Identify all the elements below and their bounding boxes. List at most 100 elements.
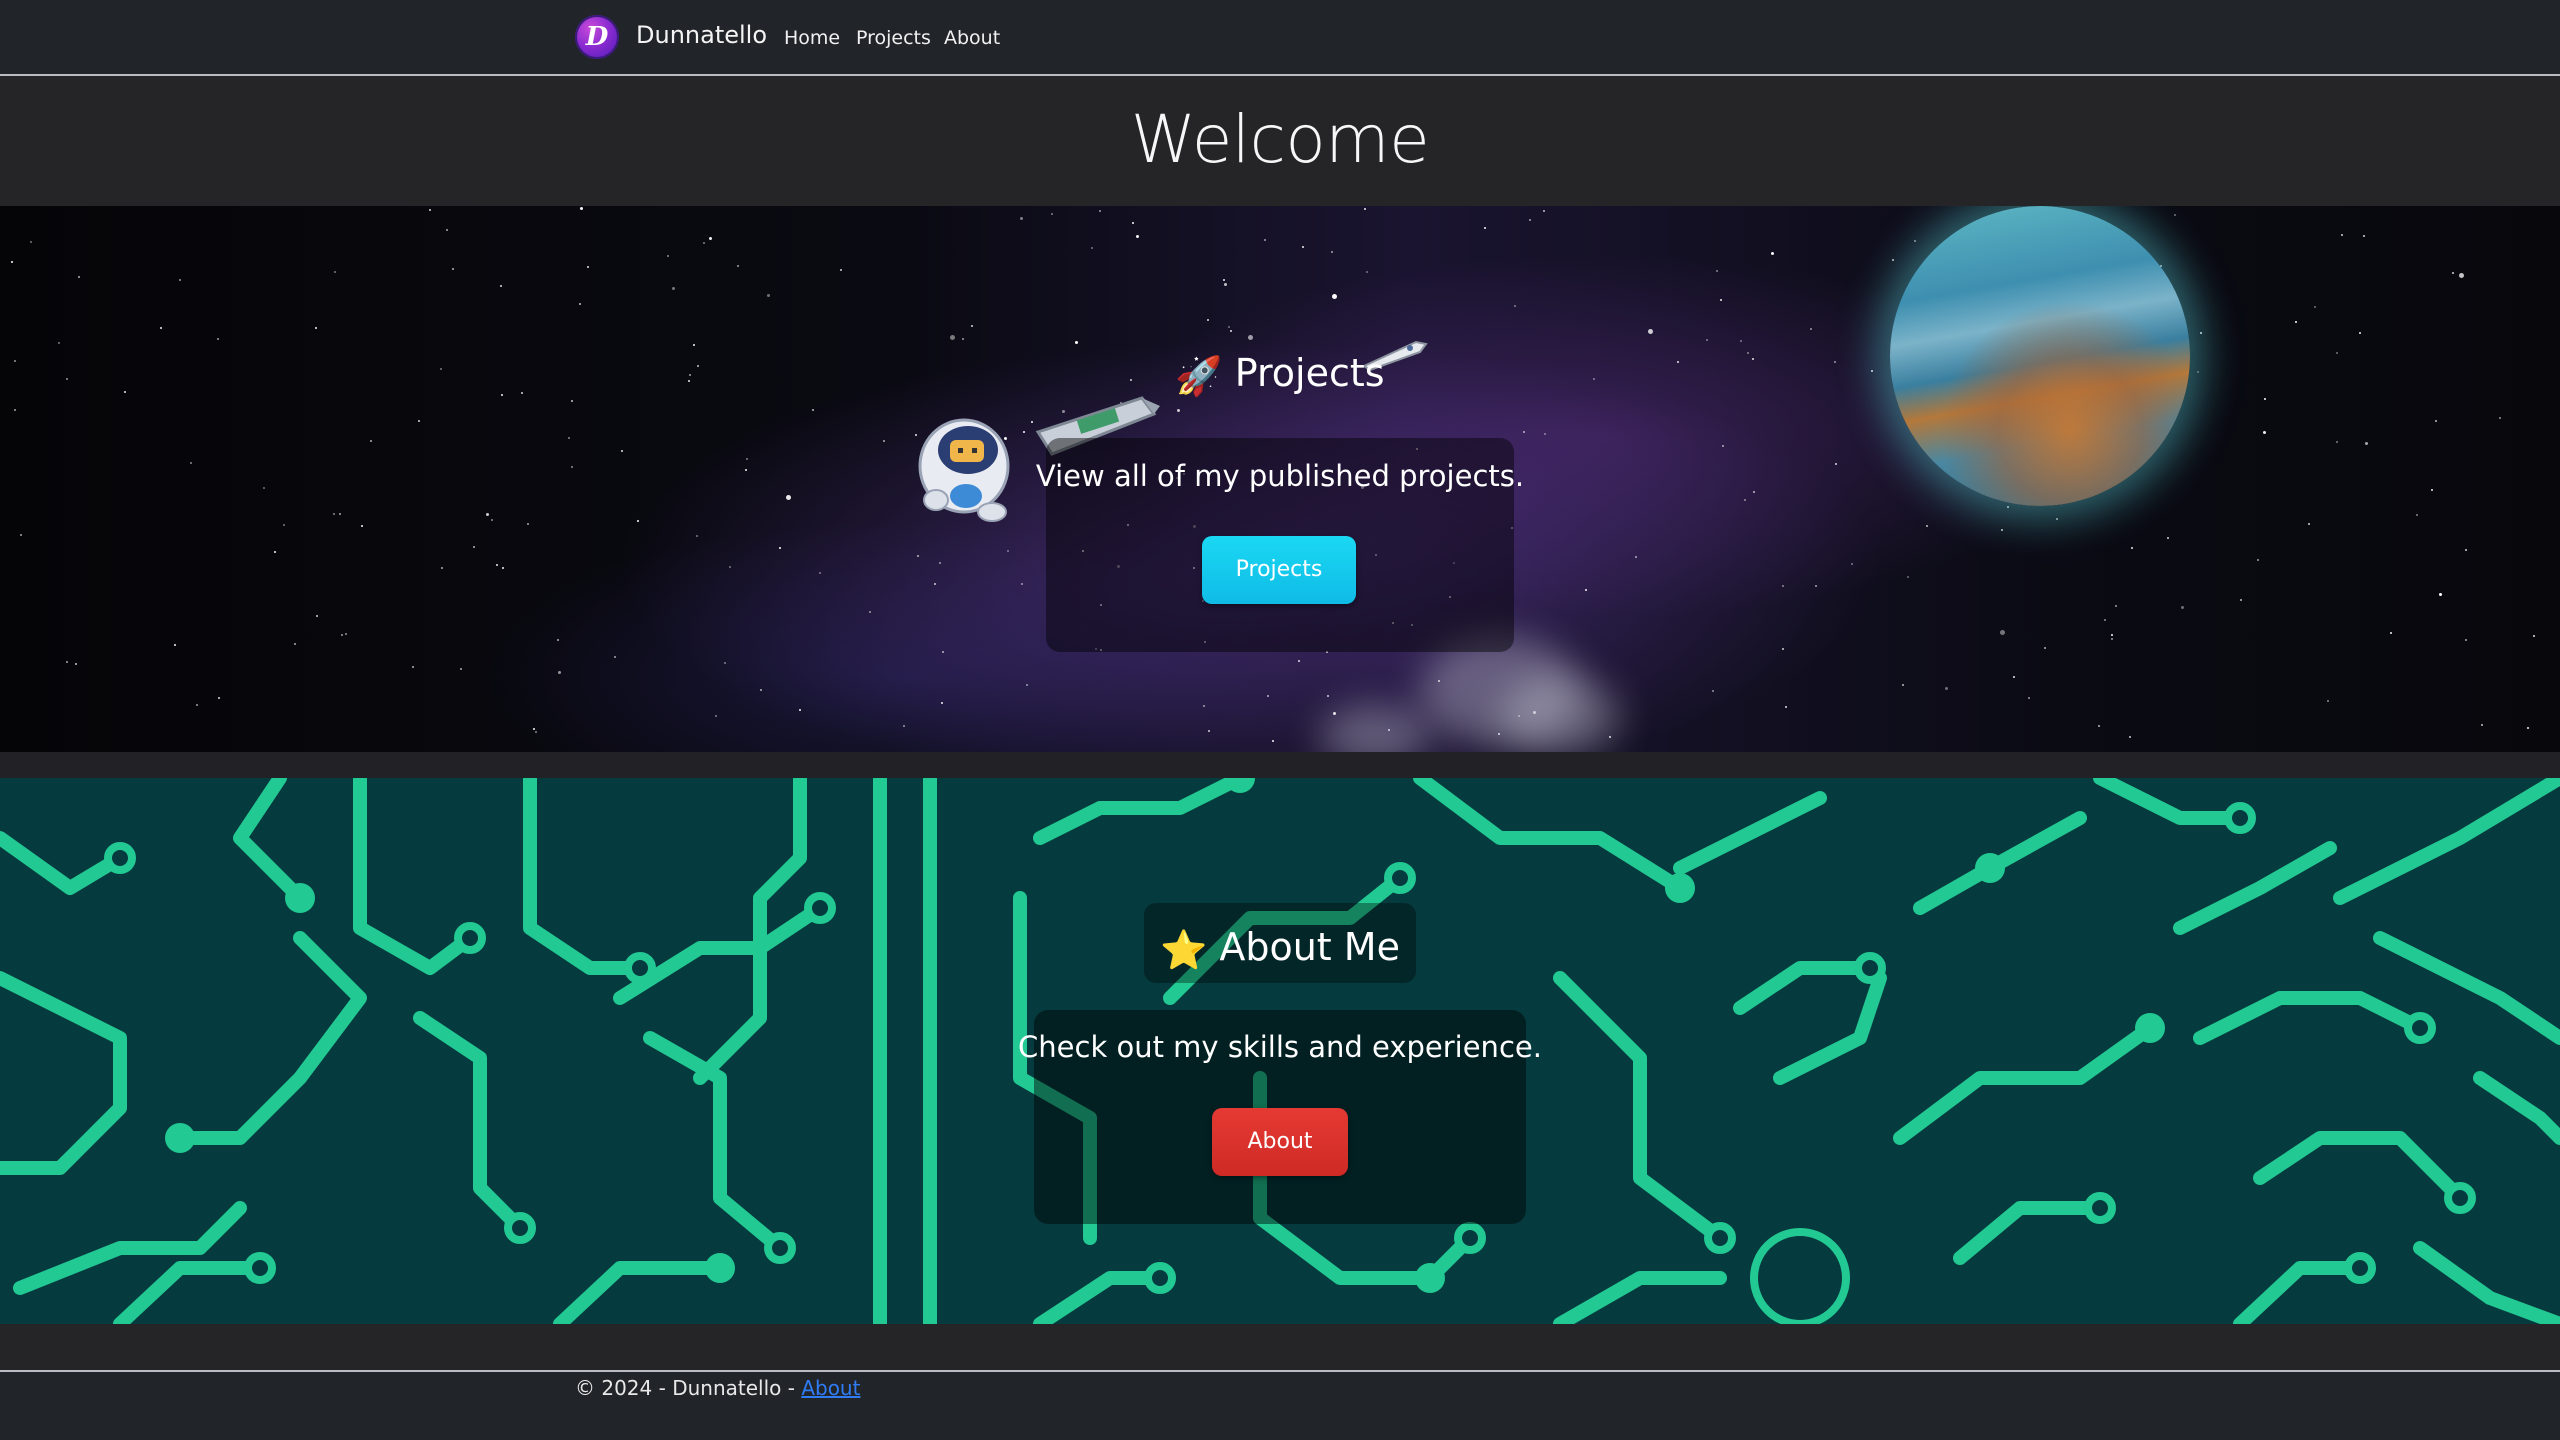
star-dot [339, 513, 341, 515]
star-dot [568, 437, 570, 439]
section-divider [0, 752, 2560, 778]
star-dot [2363, 235, 2365, 237]
star-dot [934, 583, 936, 585]
projects-button[interactable]: Projects [1202, 536, 1356, 604]
star-dot [580, 207, 583, 210]
nav-link-projects[interactable]: Projects [856, 24, 931, 52]
star-dot [2200, 332, 2202, 334]
footer-about-link[interactable]: About [801, 1376, 860, 1400]
star-dot [2465, 639, 2467, 641]
star-dot [75, 663, 77, 665]
star-dot [1302, 246, 1304, 248]
star-dot [2527, 727, 2529, 729]
brand-logo-icon[interactable]: D [575, 15, 619, 59]
star-dot [2308, 523, 2310, 525]
star-dot [1716, 270, 1718, 272]
star-dot [30, 241, 32, 243]
star-dot [760, 689, 762, 691]
footer-text: © 2024 - Dunnatello - About [575, 1374, 860, 1402]
star-dot [217, 338, 219, 340]
star-dot [2115, 605, 2117, 607]
star-dot [2111, 638, 2113, 640]
star-dot [174, 644, 176, 646]
star-dot [1207, 319, 1209, 321]
star-dot [729, 566, 731, 568]
star-dot [1051, 213, 1053, 215]
star-dot [1740, 340, 1742, 342]
star-dot [1914, 240, 1916, 242]
star-dot [2129, 736, 2131, 738]
star-dot [2365, 442, 2368, 445]
projects-heading: 🚀 Projects [0, 348, 2560, 401]
nav-link-about[interactable]: About [944, 24, 1000, 52]
star-dot [1136, 235, 1139, 238]
star-dot [621, 450, 623, 452]
star-icon: ⭐ [1160, 927, 1208, 972]
star-dot [819, 572, 821, 574]
star-dot [2028, 697, 2030, 699]
star-dot [1782, 585, 1784, 587]
footer [0, 1370, 2560, 1440]
star-dot [971, 325, 973, 327]
star-dot [2001, 529, 2003, 531]
star-dot [2435, 420, 2437, 422]
star-dot [1298, 660, 1300, 662]
star-dot [334, 271, 336, 273]
about-button[interactable]: About [1212, 1108, 1348, 1176]
star-dot [1706, 339, 1708, 341]
page-title: Welcome [1130, 101, 1430, 178]
star-dot [446, 229, 448, 231]
nav-link-home[interactable]: Home [784, 24, 840, 52]
star-dot [1815, 585, 1817, 587]
star-dot [1484, 227, 1486, 229]
star-dot [1224, 283, 1227, 286]
star-dot [2111, 634, 2113, 636]
star-dot [2056, 518, 2058, 520]
star-dot [491, 519, 493, 521]
star-dot [58, 342, 60, 344]
star-dot [1851, 563, 1853, 565]
star-dot [500, 285, 502, 287]
star-dot [579, 303, 581, 305]
star-dot [429, 209, 431, 211]
projects-description: View all of my published projects. [1035, 459, 1525, 493]
star-dot [370, 440, 372, 442]
star-dot [361, 525, 363, 527]
star-dot [1544, 433, 1546, 435]
star-dot [1177, 409, 1180, 412]
brand-name-link[interactable]: Dunnatello [636, 18, 767, 52]
star-dot [179, 279, 181, 281]
star-dot [939, 562, 941, 564]
nebula-cloud [1320, 706, 1430, 752]
star-dot [1332, 294, 1337, 299]
star-dot [558, 671, 561, 674]
star-dot [1021, 583, 1023, 585]
star-dot [2007, 506, 2009, 508]
footer-spacer [0, 1324, 2560, 1370]
star-dot [486, 513, 489, 516]
star-dot [2359, 332, 2361, 334]
star-dot [2390, 632, 2392, 634]
star-dot [869, 611, 871, 613]
star-dot [2263, 431, 2266, 434]
star-dot [917, 555, 919, 557]
star-dot [1272, 740, 1274, 742]
star-dot [2499, 417, 2501, 419]
star-dot [1543, 210, 1545, 212]
star-dot [696, 535, 698, 537]
star-dot [2314, 306, 2316, 308]
star-dot [637, 520, 639, 522]
star-dot [672, 287, 675, 290]
star-dot [1785, 706, 1787, 708]
star-dot [2000, 630, 2005, 635]
star-dot [2167, 537, 2169, 539]
star-dot [941, 702, 943, 704]
star-dot [1007, 550, 1009, 552]
star-dot [709, 237, 712, 240]
star-dot [473, 546, 475, 548]
star-dot [294, 643, 296, 645]
star-dot [962, 338, 964, 340]
star-dot [1892, 259, 1894, 261]
star-dot [1366, 271, 1368, 273]
star-dot [812, 409, 814, 411]
